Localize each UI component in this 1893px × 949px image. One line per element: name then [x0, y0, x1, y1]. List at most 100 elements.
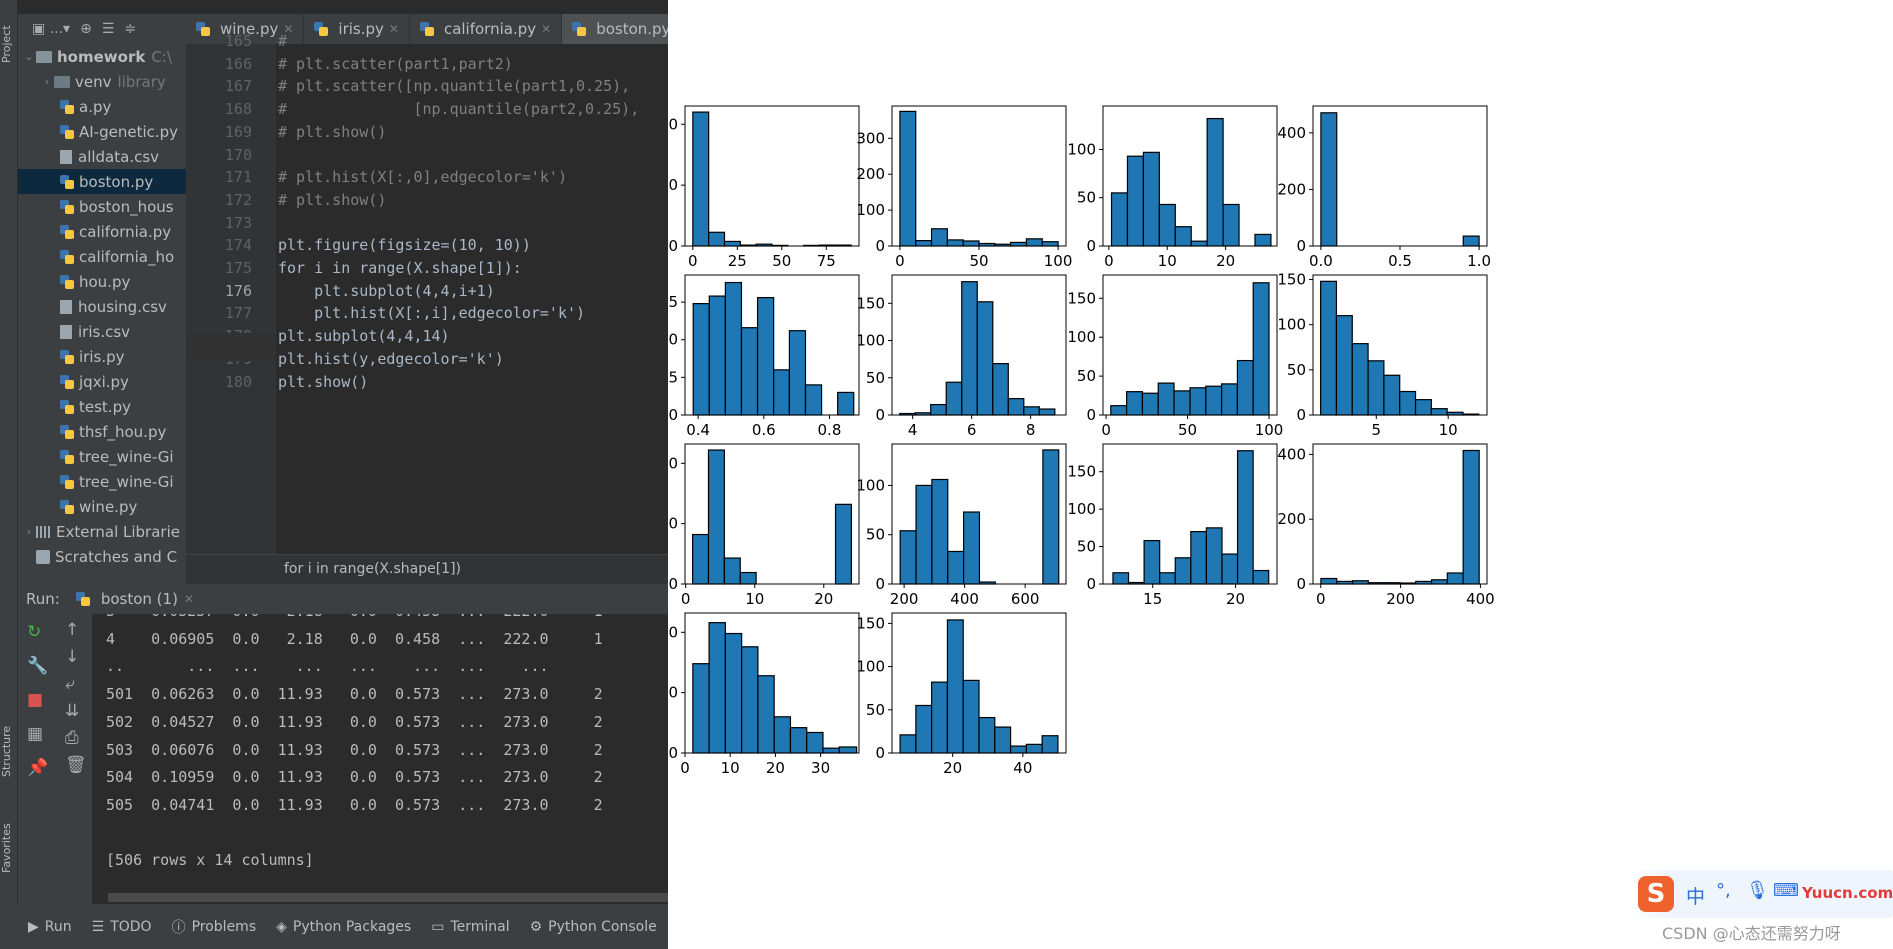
tree-item[interactable]: iris.py [18, 344, 186, 369]
tree-item[interactable]: test.py [18, 394, 186, 419]
tree-item[interactable]: alldata.csv [18, 144, 186, 169]
pycharm-window: Project Structure Favorites ▣ ...▾ ⊕ ☰ ≑… [0, 0, 668, 949]
layers-icon: ◈ [276, 918, 287, 935]
x-tick-label: 100 [1044, 252, 1073, 270]
tool-window-python-console[interactable]: ⚙ Python Console [530, 919, 657, 935]
code-editor[interactable]: # # plt.scatter(part1,part2) # plt.scatter… [276, 32, 668, 554]
tool-window-python-packages[interactable]: ◈ Python Packages [276, 919, 411, 935]
breadcrumb[interactable]: for i in range(X.shape[1]) [186, 554, 668, 584]
tool-window-label: Python Console [548, 918, 657, 935]
x-tick-label: 10 [745, 590, 764, 608]
tree-item[interactable]: jqxi.py [18, 369, 186, 394]
tab-california[interactable]: california.py ✕ [410, 14, 563, 44]
close-icon[interactable]: ✕ [389, 22, 399, 36]
histogram-subplot: 0 50 100 0 50 100 150 [1067, 274, 1283, 439]
histogram-bar [1110, 192, 1129, 247]
tree-item[interactable]: AI-genetic.py [18, 119, 186, 144]
histogram-bar [1205, 527, 1223, 585]
line-number: 175 [224, 259, 252, 277]
scroll-down-icon[interactable]: ↓ [65, 647, 79, 667]
tree-item[interactable]: tree_wine-Gi [18, 444, 186, 469]
stop-icon[interactable]: ■ [27, 690, 43, 710]
run-console[interactable]: 3 0.03237 0.0 2.18 0.0 0.458 ... 222.0 1… [92, 614, 668, 904]
y-tick-label: 150 [1067, 289, 1096, 307]
histogram-bar [962, 679, 980, 754]
histogram-bar [1236, 359, 1254, 416]
tree-item-label: tree_wine-Gi [79, 447, 174, 466]
tree-item[interactable]: ⌄ homework C:\ [18, 44, 186, 69]
collapse-all-icon[interactable]: ≑ [124, 21, 136, 37]
scroll-to-end-icon[interactable]: ⇊ [65, 701, 79, 721]
tree-item[interactable]: a.py [18, 94, 186, 119]
histogram-bar [773, 716, 792, 754]
locate-icon[interactable]: ⊕ [80, 21, 92, 37]
tree-item[interactable]: housing.csv [18, 294, 186, 319]
run-tab[interactable]: boston (1) ✕ [75, 590, 194, 608]
console-line: .. ... ... ... ... ... ... ... [106, 657, 549, 676]
console-horizontal-scrollbar[interactable] [108, 893, 668, 902]
project-tool-button[interactable]: Project [0, 14, 18, 74]
x-tick-label: 0 [1104, 252, 1114, 270]
expand-all-icon[interactable]: ☰ [102, 21, 115, 37]
code-line: plt.show() [278, 372, 369, 391]
expand-arrow-icon[interactable]: › [40, 75, 54, 88]
tab-boston[interactable]: boston.py [562, 14, 668, 44]
histogram-bar [915, 484, 933, 585]
python-file-icon [60, 399, 74, 414]
histogram-bar [1025, 238, 1043, 247]
pin-icon[interactable]: 📌 [27, 758, 48, 778]
tree-item[interactable]: › venv library [18, 69, 186, 94]
structure-tool-button[interactable]: Structure [0, 706, 18, 796]
tab-iris[interactable]: iris.py ✕ [304, 14, 410, 44]
tree-item-label: External Librarie [56, 522, 180, 541]
rerun-icon[interactable]: ↻ [27, 622, 41, 642]
trash-icon[interactable]: 🗑 [65, 755, 87, 775]
axes-frame [1312, 443, 1488, 585]
tree-item[interactable]: iris.csv [18, 319, 186, 344]
tree-item[interactable]: california.py [18, 219, 186, 244]
histogram-bar [724, 632, 743, 754]
tree-item[interactable]: california_ho [18, 244, 186, 269]
tree-item[interactable]: Scratches and C [18, 544, 186, 569]
tool-window-run[interactable]: ▶ Run [28, 919, 72, 935]
histogram-bar [947, 550, 965, 585]
close-icon[interactable]: ✕ [541, 22, 551, 36]
tree-item[interactable]: boston_hous [18, 194, 186, 219]
keyboard-icon: ⌨ [1773, 880, 1799, 901]
expand-arrow-icon[interactable]: › [22, 525, 36, 538]
x-tick-label: 10 [721, 759, 740, 777]
x-tick-label: 0 [688, 252, 698, 270]
y-tick-label: 0 [1086, 237, 1096, 255]
tool-window-label: Run [44, 918, 72, 935]
tree-item[interactable]: tree_wine-Gi [18, 469, 186, 494]
tool-window-problems[interactable]: ⓘ Problems [172, 917, 257, 937]
x-tick-label: 50 [772, 252, 791, 270]
play-icon: ▶ [28, 918, 39, 935]
histogram-bar [773, 369, 791, 416]
tree-item[interactable]: boston.py [18, 169, 186, 194]
tool-window-todo[interactable]: ☰ TODO [92, 919, 152, 935]
x-tick-label: 5 [1371, 421, 1381, 439]
favorites-tool-button[interactable]: Favorites [0, 808, 18, 888]
tree-item[interactable]: hou.py [18, 269, 186, 294]
soft-wrap-icon[interactable]: ⤶ [65, 674, 75, 694]
code-line: plt.hist(y,edgecolor='k') [278, 349, 504, 368]
tool-window-terminal[interactable]: ▭ Terminal [431, 919, 509, 935]
histogram-bar [1190, 240, 1208, 247]
expand-arrow-icon[interactable]: ⌄ [22, 50, 36, 63]
wrench-icon[interactable]: 🔧 [27, 656, 48, 676]
tree-item[interactable]: thsf_hou.py [18, 419, 186, 444]
close-icon[interactable]: ✕ [184, 592, 194, 606]
scroll-up-icon[interactable]: ↑ [65, 620, 79, 640]
python-file-icon [60, 124, 74, 139]
project-toolbar: ▣ ...▾ ⊕ ☰ ≑ [18, 14, 186, 44]
tree-item[interactable]: › External Librarie [18, 519, 186, 544]
code-line: # [278, 32, 288, 50]
histogram-subplot: 0 10 20 0 50 100 [1067, 105, 1278, 270]
layout-icon[interactable]: ▦ [27, 724, 43, 744]
print-icon[interactable]: ⎙ [65, 728, 79, 748]
histogram-subplot: 0.0 0.5 1.0 0 200 400 [1277, 105, 1491, 270]
histogram-bar [1159, 572, 1176, 585]
view-mode-dropdown[interactable]: ▣ ...▾ [32, 21, 70, 37]
tree-item[interactable]: wine.py [18, 494, 186, 519]
